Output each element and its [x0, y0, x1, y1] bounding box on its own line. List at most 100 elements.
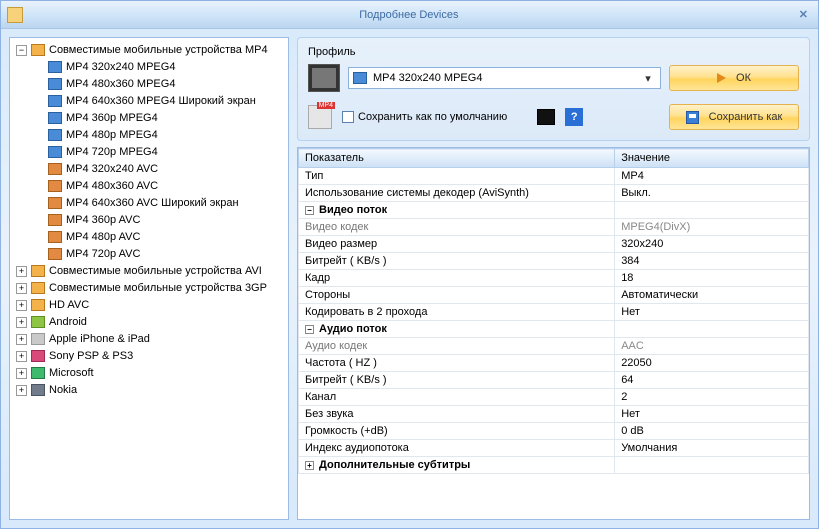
tree-item[interactable]: +Android	[12, 314, 286, 331]
tree-item[interactable]: MP4 720p AVC	[12, 246, 286, 263]
tree-item[interactable]: − Совместимые мобильные устройства MP4	[12, 42, 286, 59]
table-row[interactable]: −Видео поток	[299, 202, 809, 219]
tree-item-label: Совместимые мобильные устройства AVI	[49, 265, 262, 277]
table-row[interactable]: Аудио кодекAAC	[299, 338, 809, 355]
header-val[interactable]: Значение	[615, 149, 809, 168]
properties-scroll[interactable]: Показатель Значение ТипMP4Использование …	[298, 148, 809, 519]
help-icon[interactable]: ?	[565, 108, 583, 126]
tree-item[interactable]: MP4 320x240 MPEG4	[12, 59, 286, 76]
tree-item[interactable]: + Совместимые мобильные устройства AVI	[12, 263, 286, 280]
tree-item-label: MP4 360p MPEG4	[66, 112, 158, 124]
group-toggle-icon[interactable]: +	[305, 461, 314, 470]
device-icon	[31, 384, 45, 396]
key-cell: Индекс аудиопотока	[299, 440, 615, 457]
tree-toggle-icon[interactable]: +	[16, 334, 27, 345]
value-cell[interactable]: Умолчания	[615, 440, 809, 457]
value-cell[interactable]: 18	[615, 270, 809, 287]
tree-item[interactable]: MP4 640x360 MPEG4 Широкий экран	[12, 93, 286, 110]
window-title: Подробнее Devices	[23, 9, 795, 21]
tree-item[interactable]: +Apple iPhone & iPad	[12, 331, 286, 348]
tree-toggle-icon[interactable]: +	[16, 385, 27, 396]
format-icon	[48, 163, 62, 175]
value-cell[interactable]: 2	[615, 389, 809, 406]
tree-item[interactable]: MP4 720p MPEG4	[12, 144, 286, 161]
tree-item-label: Совместимые мобильные устройства MP4	[49, 44, 268, 56]
window: Подробнее Devices ✕ − Совместимые мобильн…	[0, 0, 819, 529]
tree-toggle-icon[interactable]: +	[16, 300, 27, 311]
tree-toggle-icon[interactable]: +	[16, 351, 27, 362]
tree-item[interactable]: MP4 360p AVC	[12, 212, 286, 229]
table-row[interactable]: СтороныАвтоматически	[299, 287, 809, 304]
console-icon[interactable]	[537, 109, 555, 125]
group-cell[interactable]: −Аудио поток	[299, 321, 615, 338]
table-row[interactable]: +Дополнительные субтитры	[299, 457, 809, 474]
tree-item[interactable]: MP4 640x360 AVC Широкий экран	[12, 195, 286, 212]
table-row[interactable]: Частота ( HZ )22050	[299, 355, 809, 372]
tree-item[interactable]: MP4 480p MPEG4	[12, 127, 286, 144]
tree-item[interactable]: +Microsoft	[12, 365, 286, 382]
table-row[interactable]: Видео кодекMPEG4(DivX)	[299, 219, 809, 236]
tree-item[interactable]: MP4 480p AVC	[12, 229, 286, 246]
tree-toggle-icon[interactable]: +	[16, 283, 27, 294]
value-cell[interactable]: 0 dB	[615, 423, 809, 440]
group-toggle-icon[interactable]: −	[305, 325, 314, 334]
key-cell: Видео размер	[299, 236, 615, 253]
group-cell[interactable]: +Дополнительные субтитры	[299, 457, 615, 474]
key-cell: Видео кодек	[299, 219, 615, 236]
value-cell[interactable]: Выкл.	[615, 185, 809, 202]
table-row[interactable]: Индекс аудиопотокаУмолчания	[299, 440, 809, 457]
table-row[interactable]: Без звукаНет	[299, 406, 809, 423]
tree-item[interactable]: MP4 320x240 AVC	[12, 161, 286, 178]
save-as-button[interactable]: Сохранить как	[669, 104, 799, 130]
group-toggle-icon[interactable]: −	[305, 206, 314, 215]
group-cell[interactable]: −Видео поток	[299, 202, 615, 219]
tree-toggle-icon[interactable]: +	[16, 368, 27, 379]
value-cell[interactable]: 64	[615, 372, 809, 389]
ok-button[interactable]: ОК	[669, 65, 799, 91]
tree-item[interactable]: +Совместимые мобильные устройства 3GP	[12, 280, 286, 297]
key-cell: Кодировать в 2 прохода	[299, 304, 615, 321]
header-key[interactable]: Показатель	[299, 149, 615, 168]
ok-button-label: ОК	[736, 72, 751, 84]
table-row[interactable]: ТипMP4	[299, 168, 809, 185]
tree-item[interactable]: MP4 480x360 MPEG4	[12, 76, 286, 93]
key-cell: Аудио кодек	[299, 338, 615, 355]
value-cell[interactable]: Нет	[615, 406, 809, 423]
save-default-checkbox[interactable]: Сохранить как по умолчанию	[342, 111, 507, 123]
device-tree[interactable]: − Совместимые мобильные устройства MP4 MP4…	[9, 37, 289, 520]
device-icon	[31, 316, 45, 328]
tree-item[interactable]: +HD AVC	[12, 297, 286, 314]
properties-table: Показатель Значение ТипMP4Использование …	[298, 148, 809, 474]
table-row[interactable]: Использование системы декодер (AviSynth)…	[299, 185, 809, 202]
properties-table-wrap: Показатель Значение ТипMP4Использование …	[297, 147, 810, 520]
profile-select[interactable]: MP4 320x240 MPEG4 ▾	[348, 67, 661, 89]
value-cell[interactable]: MPEG4(DivX)	[615, 219, 809, 236]
value-cell[interactable]: 22050	[615, 355, 809, 372]
value-cell[interactable]: Нет	[615, 304, 809, 321]
tree-item[interactable]: +Nokia	[12, 382, 286, 399]
table-row[interactable]: Громкость (+dB)0 dB	[299, 423, 809, 440]
table-row[interactable]: Кадр18	[299, 270, 809, 287]
table-row[interactable]: −Аудио поток	[299, 321, 809, 338]
table-row[interactable]: Кодировать в 2 проходаНет	[299, 304, 809, 321]
table-row[interactable]: Канал2	[299, 389, 809, 406]
table-row[interactable]: Битрейт ( KB/s )64	[299, 372, 809, 389]
value-cell[interactable]: 320x240	[615, 236, 809, 253]
table-row[interactable]: Битрейт ( KB/s )384	[299, 253, 809, 270]
tree-toggle-icon[interactable]: +	[16, 317, 27, 328]
format-icon	[48, 78, 62, 90]
value-cell[interactable]: MP4	[615, 168, 809, 185]
tree-toggle-icon[interactable]: −	[16, 45, 27, 56]
tree-toggle-icon[interactable]: +	[16, 266, 27, 277]
close-icon[interactable]: ✕	[795, 8, 812, 21]
device-icon	[31, 367, 45, 379]
tree-item[interactable]: MP4 480x360 AVC	[12, 178, 286, 195]
value-cell[interactable]: 384	[615, 253, 809, 270]
tree-item[interactable]: MP4 360p MPEG4	[12, 110, 286, 127]
tree-item[interactable]: +Sony PSP & PS3	[12, 348, 286, 365]
device-icon	[31, 350, 45, 362]
profile-select-value: MP4 320x240 MPEG4	[373, 72, 640, 84]
table-row[interactable]: Видео размер320x240	[299, 236, 809, 253]
value-cell[interactable]: AAC	[615, 338, 809, 355]
value-cell[interactable]: Автоматически	[615, 287, 809, 304]
